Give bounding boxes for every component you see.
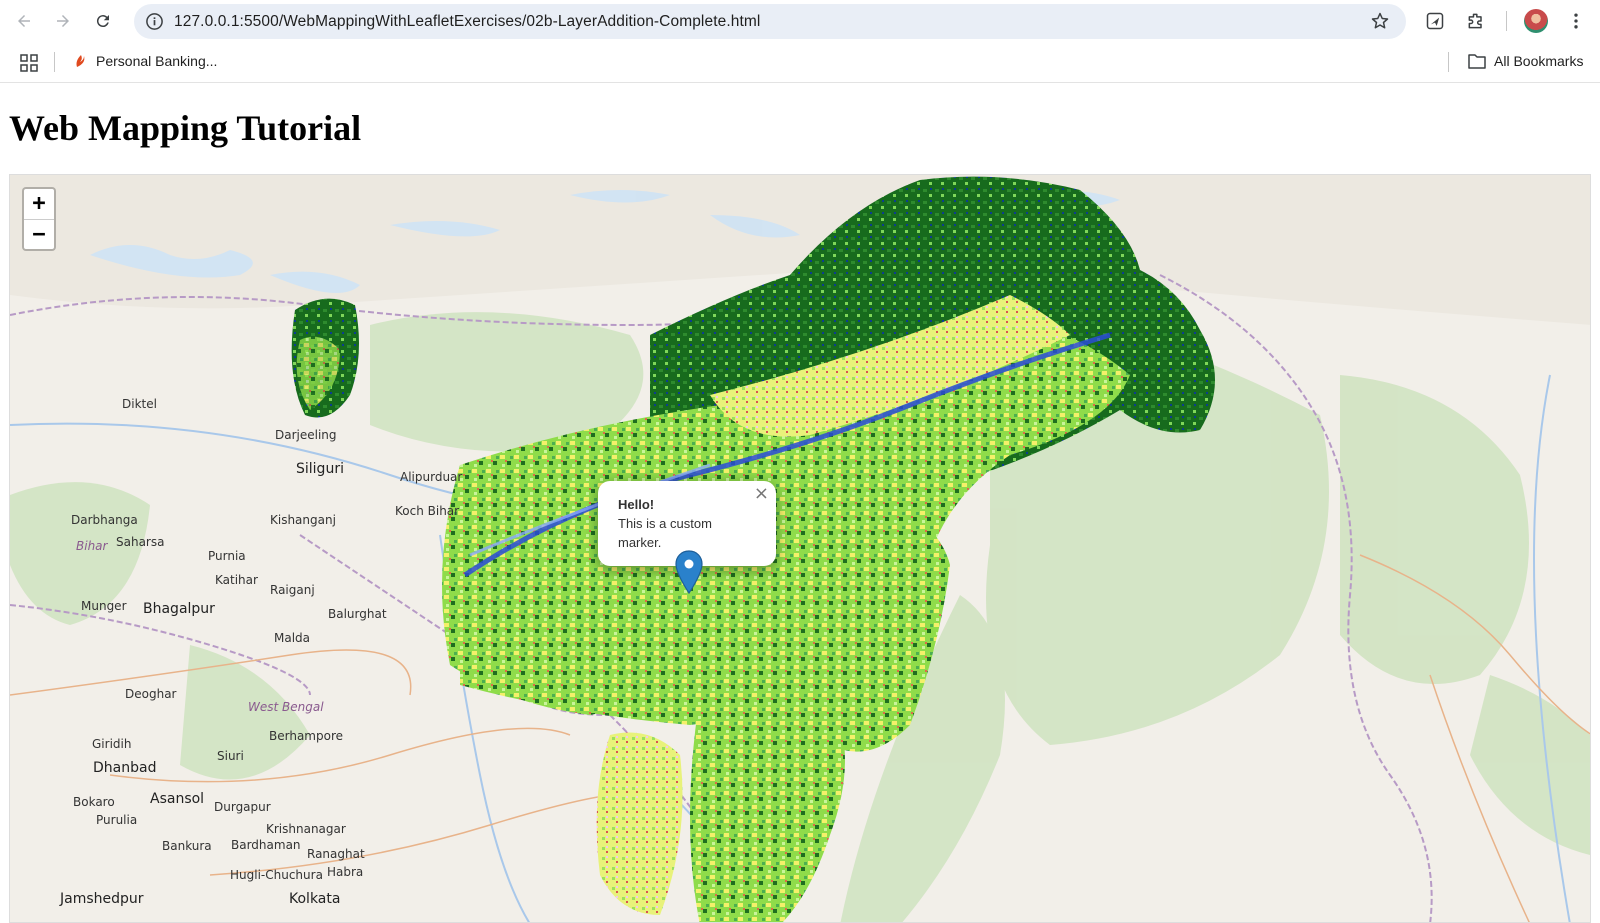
label-diktel: Diktel <box>122 397 157 411</box>
label-alipurduar: Alipurduar <box>400 470 463 484</box>
toolbar-divider <box>1506 11 1507 31</box>
label-darjeeling: Darjeeling <box>275 428 337 442</box>
apps-icon[interactable] <box>20 54 38 72</box>
label-durgapur: Durgapur <box>214 800 271 814</box>
label-bokaro: Bokaro <box>73 795 115 809</box>
browser-toolbar: 127.0.0.1:5500/WebMappingWithLeafletExer… <box>0 0 1600 42</box>
map-marker-icon[interactable] <box>675 550 703 594</box>
reload-icon[interactable] <box>91 9 115 33</box>
bookmark-label: Personal Banking... <box>96 53 218 69</box>
label-kishanganj: Kishanganj <box>270 513 336 527</box>
label-katihar: Katihar <box>215 573 258 587</box>
label-kolkata: Kolkata <box>289 891 341 907</box>
label-darbhanga: Darbhanga <box>71 513 138 527</box>
label-hugli-chuchura: Hugli-Chuchura <box>230 868 323 882</box>
zoom-in-button[interactable]: + <box>24 189 54 219</box>
label-siliguri: Siliguri <box>296 461 344 477</box>
label-malda: Malda <box>274 631 311 645</box>
label-west-bengal: West Bengal <box>248 700 324 714</box>
label-bardhaman: Bardhaman <box>231 838 301 852</box>
bookmark-personal-banking[interactable]: Personal Banking... <box>72 53 217 69</box>
url-text[interactable]: 127.0.0.1:5500/WebMappingWithLeafletExer… <box>174 13 760 31</box>
label-bihar: Bihar <box>76 539 108 553</box>
leaflet-map[interactable]: Siliguri Darjeeling Alipurduar Kishangan… <box>9 174 1591 923</box>
address-bar[interactable]: 127.0.0.1:5500/WebMappingWithLeafletExer… <box>134 4 1406 39</box>
label-asansol: Asansol <box>150 791 205 807</box>
label-purnia: Purnia <box>208 549 246 563</box>
bank-favicon-icon <box>76 55 85 67</box>
label-munger: Munger <box>81 599 127 613</box>
extensions-icon[interactable] <box>1465 10 1487 32</box>
label-bankura: Bankura <box>162 839 212 853</box>
popup-close-button[interactable]: × <box>754 483 769 504</box>
send-icon[interactable] <box>1424 10 1446 32</box>
label-dhanbad: Dhanbad <box>93 760 157 776</box>
bookmarks-divider <box>54 52 55 72</box>
zoom-out-button[interactable]: − <box>24 219 54 249</box>
page-title: Web Mapping Tutorial <box>9 108 362 148</box>
label-berhampore: Berhampore <box>269 729 343 743</box>
label-deoghar: Deoghar <box>125 687 177 701</box>
popup-text: This is a custom marker. <box>618 516 712 550</box>
all-bookmarks-button[interactable]: All Bookmarks <box>1468 53 1583 69</box>
site-info-icon[interactable] <box>145 12 164 31</box>
label-giridih: Giridih <box>92 737 132 751</box>
bookmarks-bar: Personal Banking... All Bookmarks <box>0 42 1600 83</box>
label-bhagalpur: Bhagalpur <box>143 601 215 617</box>
bookmarks-divider-right <box>1448 52 1449 72</box>
label-balurghat: Balurghat <box>328 607 387 621</box>
star-icon[interactable] <box>1370 11 1390 31</box>
label-koch-bihar: Koch Bihar <box>395 504 460 518</box>
label-krishnanagar: Krishnanagar <box>266 822 346 836</box>
forward-icon[interactable] <box>51 9 75 33</box>
label-purulia: Purulia <box>96 813 138 827</box>
label-jamshedpur: Jamshedpur <box>60 891 144 907</box>
back-icon[interactable] <box>12 9 36 33</box>
zoom-control: + − <box>22 187 56 251</box>
label-siuri: Siuri <box>217 749 244 763</box>
popup-heading: Hello! <box>618 497 655 512</box>
profile-avatar[interactable] <box>1524 9 1548 33</box>
label-raiganj: Raiganj <box>270 583 315 597</box>
label-habra: Habra <box>327 865 364 879</box>
all-bookmarks-label: All Bookmarks <box>1494 53 1584 69</box>
folder-icon <box>1468 54 1486 69</box>
more-menu-icon[interactable] <box>1565 10 1587 32</box>
label-ranaghat: Ranaghat <box>307 847 365 861</box>
label-saharsa: Saharsa <box>116 535 165 549</box>
